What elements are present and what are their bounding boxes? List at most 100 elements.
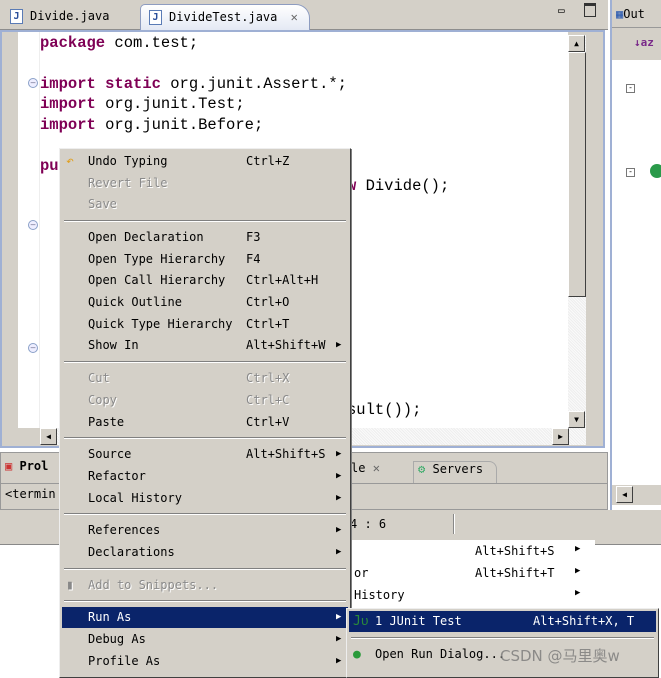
menu-item-1-junit-test[interactable]: Jᴜ 1 JUnit Test Alt+Shift+X, T [349, 611, 656, 632]
junit-icon: Jᴜ [353, 614, 369, 629]
close-icon[interactable]: ✕ [373, 461, 380, 475]
scroll-right-icon[interactable]: ▶ [552, 428, 569, 445]
menu-separator [64, 513, 346, 516]
code-line: import org.junit.Test; [40, 95, 245, 113]
code-line: package com.test; [40, 34, 198, 52]
menu-item-local-history[interactable]: Local History ▶ [62, 488, 348, 509]
menu-item-open-call-hierarchy[interactable]: Open Call Hierarchy Ctrl+Alt+H [62, 270, 348, 291]
vertical-scrollbar[interactable]: ▲ ▼ [568, 35, 586, 428]
menu-item-label: Open Type Hierarchy [88, 251, 226, 266]
keyword: import [40, 95, 96, 113]
ghost-item-shortcut: Alt+Shift+T [475, 566, 555, 580]
code-token: com.test; [105, 34, 199, 52]
tab-console[interactable]: le ✕ [351, 461, 380, 475]
menu-item-show-in[interactable]: Show In Alt+Shift+W ▶ [62, 335, 348, 356]
watermark: CSDN @马里奥w [500, 647, 620, 665]
code-token: org.junit.Assert.*; [160, 75, 347, 93]
menu-item-refactor[interactable]: Refactor ▶ [62, 466, 348, 487]
menu-item-shortcut: Alt+Shift+X, T [533, 614, 635, 628]
menu-item-revert-file[interactable]: Revert File [62, 173, 348, 194]
menu-separator [64, 567, 346, 570]
tab-servers[interactable]: ⚙ Servers [413, 461, 497, 483]
fold-icon[interactable]: – [28, 220, 38, 230]
menu-item-shortcut: Ctrl+C [246, 392, 290, 407]
menu-item-label: Undo Typing [88, 154, 168, 168]
menu-item-label: References [88, 523, 161, 538]
menu-item-debug-as[interactable]: Debug As ▶ [62, 629, 348, 650]
submenu-arrow-icon: ▶ [336, 492, 342, 503]
submenu-arrow-icon: ▶ [336, 634, 342, 645]
menu-item-save[interactable]: Save [62, 194, 348, 215]
menu-item-label: Run As [88, 610, 132, 625]
maximize-icon[interactable] [584, 3, 596, 17]
tree-collapse-icon[interactable]: - [626, 168, 635, 177]
menu-item-source[interactable]: Source Alt+Shift+S ▶ [62, 444, 348, 465]
menu-item-shortcut: Ctrl+O [246, 295, 290, 309]
tab-problems[interactable]: ▣ Prol [5, 459, 48, 473]
menu-item-shortcut: Ctrl+V [246, 414, 290, 429]
menu-item-paste[interactable]: Paste Ctrl+V [62, 412, 348, 433]
menu-item-quick-type-hierarchy[interactable]: Quick Type Hierarchy Ctrl+T [62, 314, 348, 335]
menu-item-cut[interactable]: Cut Ctrl+X [62, 368, 348, 389]
scroll-thumb[interactable] [568, 52, 586, 297]
scroll-up-icon[interactable]: ▲ [568, 35, 585, 52]
menu-item-open-declaration[interactable]: Open Declaration F3 [62, 227, 348, 248]
code-line: import static org.junit.Assert.*; [40, 75, 347, 93]
menu-item-label: Revert File [88, 175, 168, 190]
menu-item-undo-typing[interactable]: ↶ Undo Typing Ctrl+Z [62, 151, 348, 172]
menu-item-references[interactable]: References ▶ [62, 520, 348, 541]
menu-item-label: Quick Type Hierarchy [88, 316, 233, 331]
outline-view: ▦Out ↓az - - ◀ [610, 0, 661, 510]
menu-item-quick-outline[interactable]: Quick Outline Ctrl+O [62, 292, 348, 313]
scroll-down-icon[interactable]: ▼ [568, 411, 585, 428]
menu-item-shortcut: Ctrl+Z [246, 154, 290, 168]
stale-menu-remnant: Alt+Shift+S ▶ or Alt+Shift+T ▶ History ▶ [350, 540, 595, 608]
keyword: pu [40, 157, 59, 175]
fold-icon[interactable]: – [28, 343, 38, 353]
menu-item-label: Local History [88, 490, 182, 505]
tree-collapse-icon[interactable]: - [626, 84, 635, 93]
sort-az-icon[interactable]: ↓az [612, 28, 661, 60]
submenu-arrow-icon: ▶ [336, 525, 342, 536]
submenu-arrow-icon: ▶ [575, 588, 581, 598]
menu-item-label: Open Declaration [88, 229, 204, 244]
scroll-left-icon[interactable]: ◀ [616, 486, 633, 503]
keyword: import [40, 116, 96, 134]
menu-item-copy[interactable]: Copy Ctrl+C [62, 390, 348, 411]
snippet-icon: ▮ [66, 577, 74, 593]
menu-separator [351, 636, 654, 639]
menu-item-add-to-snippets[interactable]: ▮ Add to Snippets... [62, 575, 348, 596]
menu-separator [64, 361, 346, 364]
menu-item-run-as[interactable]: Run As ▶ [62, 607, 348, 629]
tab-divide-java[interactable]: J Divide.java [2, 4, 138, 30]
minimize-icon[interactable]: ▭ [558, 4, 565, 17]
class-icon [650, 164, 661, 178]
menu-item-profile-as[interactable]: Profile As ▶ [62, 651, 348, 672]
menu-item-label: Source [88, 447, 132, 462]
submenu-arrow-icon: ▶ [336, 449, 342, 460]
menu-item-shortcut: Alt+Shift+S [246, 447, 326, 462]
editor-gutter: – – – [18, 32, 40, 428]
code-line: pu [40, 157, 59, 175]
menu-item-label: Quick Outline [88, 295, 182, 309]
menu-separator [64, 219, 346, 222]
run-as-submenu: Jᴜ 1 JUnit Test Alt+Shift+X, T ● Open Run Di… [346, 608, 659, 678]
menu-item-declarations[interactable]: Declarations ▶ [62, 542, 348, 563]
tab-outline[interactable]: Out [623, 7, 645, 21]
menu-item-open-type-hierarchy[interactable]: Open Type Hierarchy F4 [62, 249, 348, 270]
menu-item-shortcut: F4 [246, 251, 261, 266]
ghost-item-label: History [354, 588, 405, 602]
menu-item-shortcut: Ctrl+X [246, 371, 290, 386]
tab-dividetest-java[interactable]: J DivideTest.java ✕ [140, 4, 310, 30]
submenu-arrow-icon: ▶ [575, 544, 581, 554]
problems-icon: ▣ [5, 459, 13, 473]
scroll-left-icon[interactable]: ◀ [40, 428, 57, 445]
menu-item-label: Open Call Hierarchy [88, 273, 226, 288]
fold-icon[interactable]: – [28, 78, 38, 88]
keyword: package [40, 34, 106, 52]
menu-item-shortcut: Ctrl+T [246, 316, 290, 331]
close-icon[interactable]: ✕ [291, 10, 298, 24]
code-token: org.junit.Before; [95, 116, 264, 134]
context-menu: ↶ Undo Typing Ctrl+Z Revert File Save Open De… [59, 148, 351, 678]
